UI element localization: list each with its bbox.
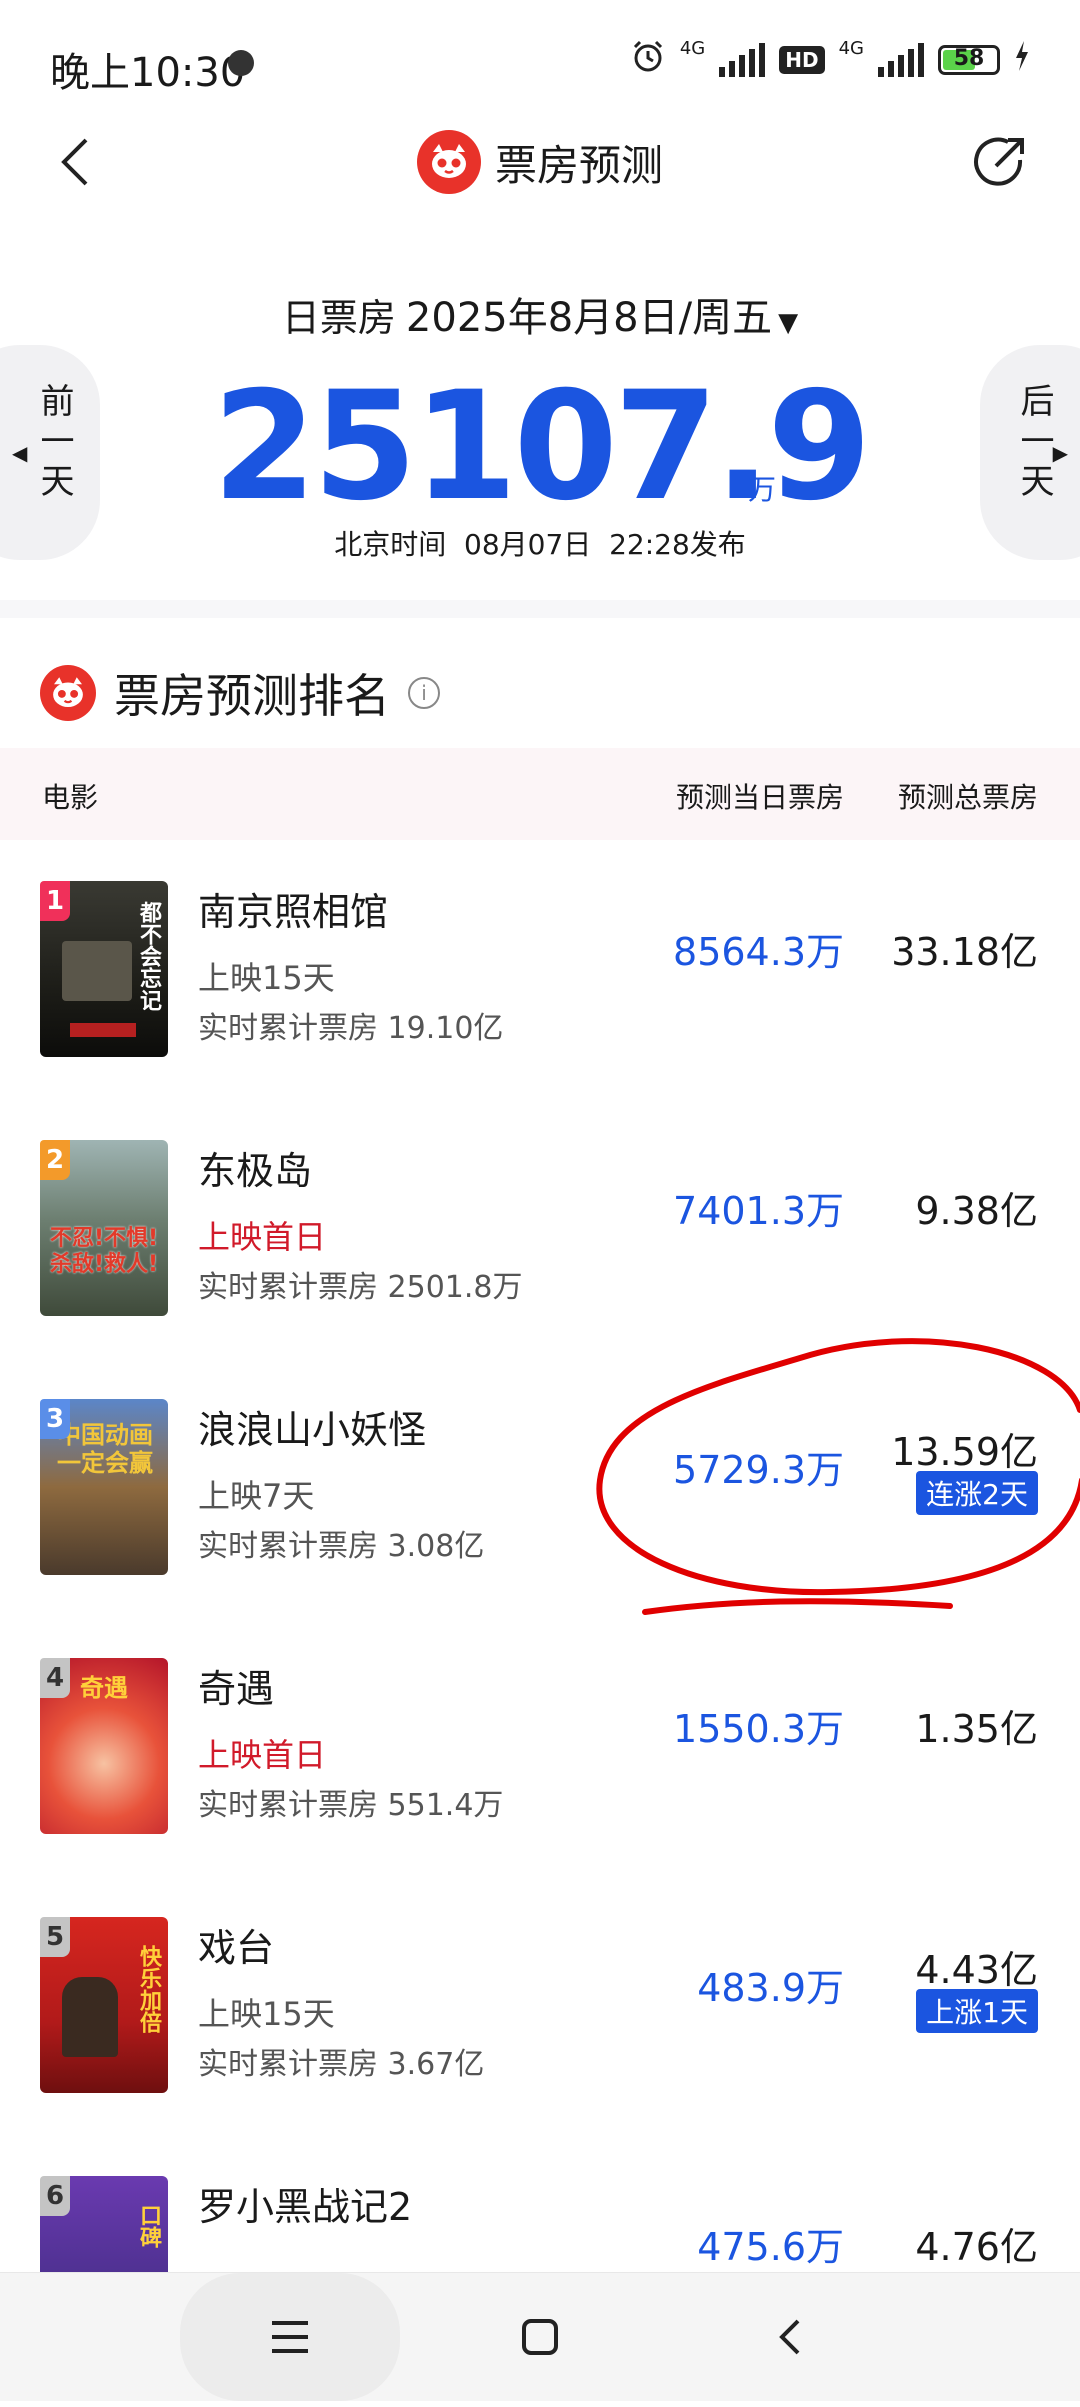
network-label-2: 4G [838, 38, 864, 59]
signal-icon [719, 42, 766, 77]
release-days: 上映7天 [198, 1477, 315, 1515]
day-prediction: 8564.3万 [673, 930, 844, 974]
poster-text: 不忍!不惧!杀敌!救人! [49, 1226, 159, 1277]
total-unit: 万 [748, 473, 777, 506]
notification-dot-icon [228, 50, 254, 76]
date-selector[interactable]: 日票房 2025年8月8日/周五 ▼ [0, 285, 1080, 343]
col-day-pred: 预测当日票房 [675, 781, 844, 814]
movie-row[interactable]: 都不会忘记 1 南京照相馆 上映15天 实时累计票房 19.10亿 8564.3… [0, 853, 1080, 1112]
highlight-circle [596, 1338, 1080, 1615]
info-icon[interactable]: i [408, 677, 440, 709]
alarm-icon [630, 38, 666, 81]
status-time: 晚上10:30 [50, 50, 246, 96]
movie-title: 罗小黑战记2 [198, 2185, 413, 2229]
charging-icon [1014, 41, 1030, 78]
total-prediction: 4.43亿 [915, 1948, 1038, 1992]
cat-logo-icon [416, 130, 481, 194]
total-prediction: 33.18亿 [891, 930, 1038, 974]
status-icons: 4G HD 4G 58 [630, 38, 1030, 81]
release-days: 上映首日 [198, 1736, 327, 1774]
movie-row[interactable]: 快乐加倍 5 戏台 上映15天 实时累计票房 3.67亿 483.9万 4.43… [0, 1889, 1080, 2148]
cumulative-box-office: 实时累计票房 551.4万 [198, 1788, 504, 1823]
rank-badge: 1 [40, 881, 70, 921]
poster-text: 快乐加倍 [136, 1945, 161, 2033]
battery-level: 58 [953, 45, 985, 71]
ranking-header: 票房预测排名 i [40, 660, 440, 726]
poster-text: 口碑 [136, 2204, 161, 2248]
rank-badge: 6 [40, 2176, 70, 2216]
share-icon [974, 137, 1024, 186]
col-total-pred: 预测总票房 [897, 781, 1038, 814]
hd-badge: HD [779, 45, 825, 74]
page-title: 票房预测 [494, 140, 663, 190]
day-prediction: 1550.3万 [673, 1707, 844, 1751]
day-prediction: 475.6万 [697, 2225, 844, 2269]
cumulative-box-office: 实时累计票房 3.67亿 [198, 2047, 485, 2082]
release-days: 上映15天 [198, 959, 335, 997]
movie-title: 南京照相馆 [198, 890, 389, 934]
release-days: 上映首日 [198, 1218, 327, 1256]
movie-row[interactable]: 奇遇 4 奇遇 上映首日 实时累计票房 551.4万 1550.3万 1.35亿 [0, 1630, 1080, 1889]
total-prediction: 4.76亿 [915, 2225, 1038, 2269]
menu-icon [272, 2321, 308, 2353]
movie-title: 戏台 [198, 1926, 275, 1970]
total-prediction: 9.38亿 [915, 1189, 1038, 1233]
rank-badge: 4 [40, 1658, 70, 1698]
poster-text: 都不会忘记 [136, 901, 161, 1011]
status-bar: 晚上10:30 4G HD 4G 58 [0, 0, 1080, 120]
signal-icon-2 [878, 42, 924, 77]
square-icon [522, 2319, 558, 2355]
day-prediction: 7401.3万 [673, 1189, 844, 1233]
header: 票房预测 [0, 130, 1080, 194]
recent-apps-button[interactable] [180, 2273, 400, 2401]
publish-time: 北京时间 08月07日 22:28发布 [334, 528, 746, 561]
chevron-left-icon [779, 2319, 800, 2355]
caret-down-icon: ▼ [778, 308, 799, 338]
movie-title: 东极岛 [198, 1149, 313, 1193]
section-divider [0, 600, 1080, 618]
cumulative-box-office: 实时累计票房 19.10亿 [198, 1011, 504, 1046]
date-type-label: 日票房 [281, 296, 396, 340]
home-button[interactable] [430, 2273, 650, 2401]
selected-date: 2025年8月8日/周五 [405, 295, 773, 341]
cumulative-box-office: 实时累计票房 2501.8万 [198, 1270, 523, 1305]
ranking-title: 票房预测排名 [114, 669, 390, 723]
battery-icon: 58 [938, 44, 1000, 75]
share-button[interactable] [968, 130, 1032, 194]
col-movie: 电影 [42, 781, 99, 814]
system-back-button[interactable] [680, 2273, 900, 2401]
release-days: 上映15天 [198, 1995, 335, 2033]
total-prediction: 1.35亿 [915, 1707, 1038, 1751]
rank-badge: 2 [40, 1140, 70, 1180]
table-header: 电影 预测当日票房 预测总票房 [0, 748, 1080, 840]
cumulative-box-office: 实时累计票房 3.08亿 [198, 1529, 485, 1564]
rank-badge: 3 [40, 1399, 70, 1439]
rank-badge: 5 [40, 1917, 70, 1957]
system-nav-bar [0, 2272, 1080, 2401]
cat-logo-icon [40, 665, 96, 721]
network-label-1: 4G [679, 38, 706, 59]
total-box-office: 25107.9 [212, 360, 871, 534]
movie-title: 奇遇 [198, 1667, 275, 1711]
trend-badge: 上涨1天 [916, 1989, 1038, 2033]
movie-title: 浪浪山小妖怪 [198, 1408, 427, 1452]
day-prediction: 483.9万 [697, 1966, 844, 2010]
